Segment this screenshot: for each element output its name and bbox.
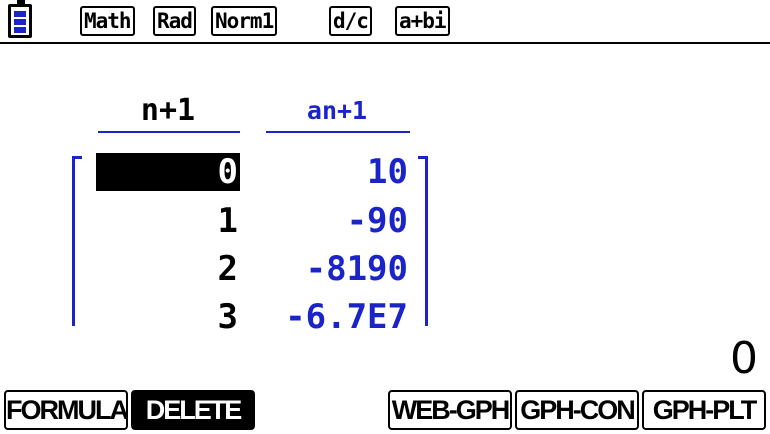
table-cell-a-2[interactable]: -8190 <box>262 250 410 288</box>
battery-icon <box>8 0 32 38</box>
table-cell-a-0[interactable]: 10 <box>262 153 410 191</box>
fkey-web-gph-button[interactable]: WEB-GPH <box>388 390 512 430</box>
header-underline-n <box>98 131 240 133</box>
status-bar: Math Rad Norm1 d/c a+bi <box>0 0 770 44</box>
fkey-delete-button[interactable]: DELETE <box>131 390 255 430</box>
table-cell-n-0[interactable]: 0 <box>96 153 240 191</box>
matrix-bracket-right <box>418 156 428 326</box>
table-cell-n-1[interactable]: 1 <box>96 202 240 240</box>
status-tag-dc: d/c <box>329 6 372 36</box>
fkey-formula-button[interactable]: FORMULA <box>4 390 128 430</box>
status-tag-abi: a+bi <box>395 6 450 36</box>
column-header-n: n+1 <box>140 93 196 128</box>
table-cell-a-3[interactable]: -6.7E7 <box>262 298 410 336</box>
status-tag-math: Math <box>80 6 135 36</box>
table-cell-n-3[interactable]: 3 <box>96 298 240 336</box>
column-header-an: an+1 <box>306 96 368 125</box>
result-value: 0 <box>730 333 758 384</box>
table-cell-a-1[interactable]: -90 <box>262 202 410 240</box>
table-cell-n-2[interactable]: 2 <box>96 250 240 288</box>
fkey-gph-plt-button[interactable]: GPH-PLT <box>642 390 766 430</box>
matrix-bracket-left <box>72 156 82 326</box>
status-tag-rad: Rad <box>153 6 196 36</box>
status-tag-norm1: Norm1 <box>211 6 278 36</box>
header-underline-an <box>266 131 410 133</box>
fkey-gph-con-button[interactable]: GPH-CON <box>515 390 639 430</box>
